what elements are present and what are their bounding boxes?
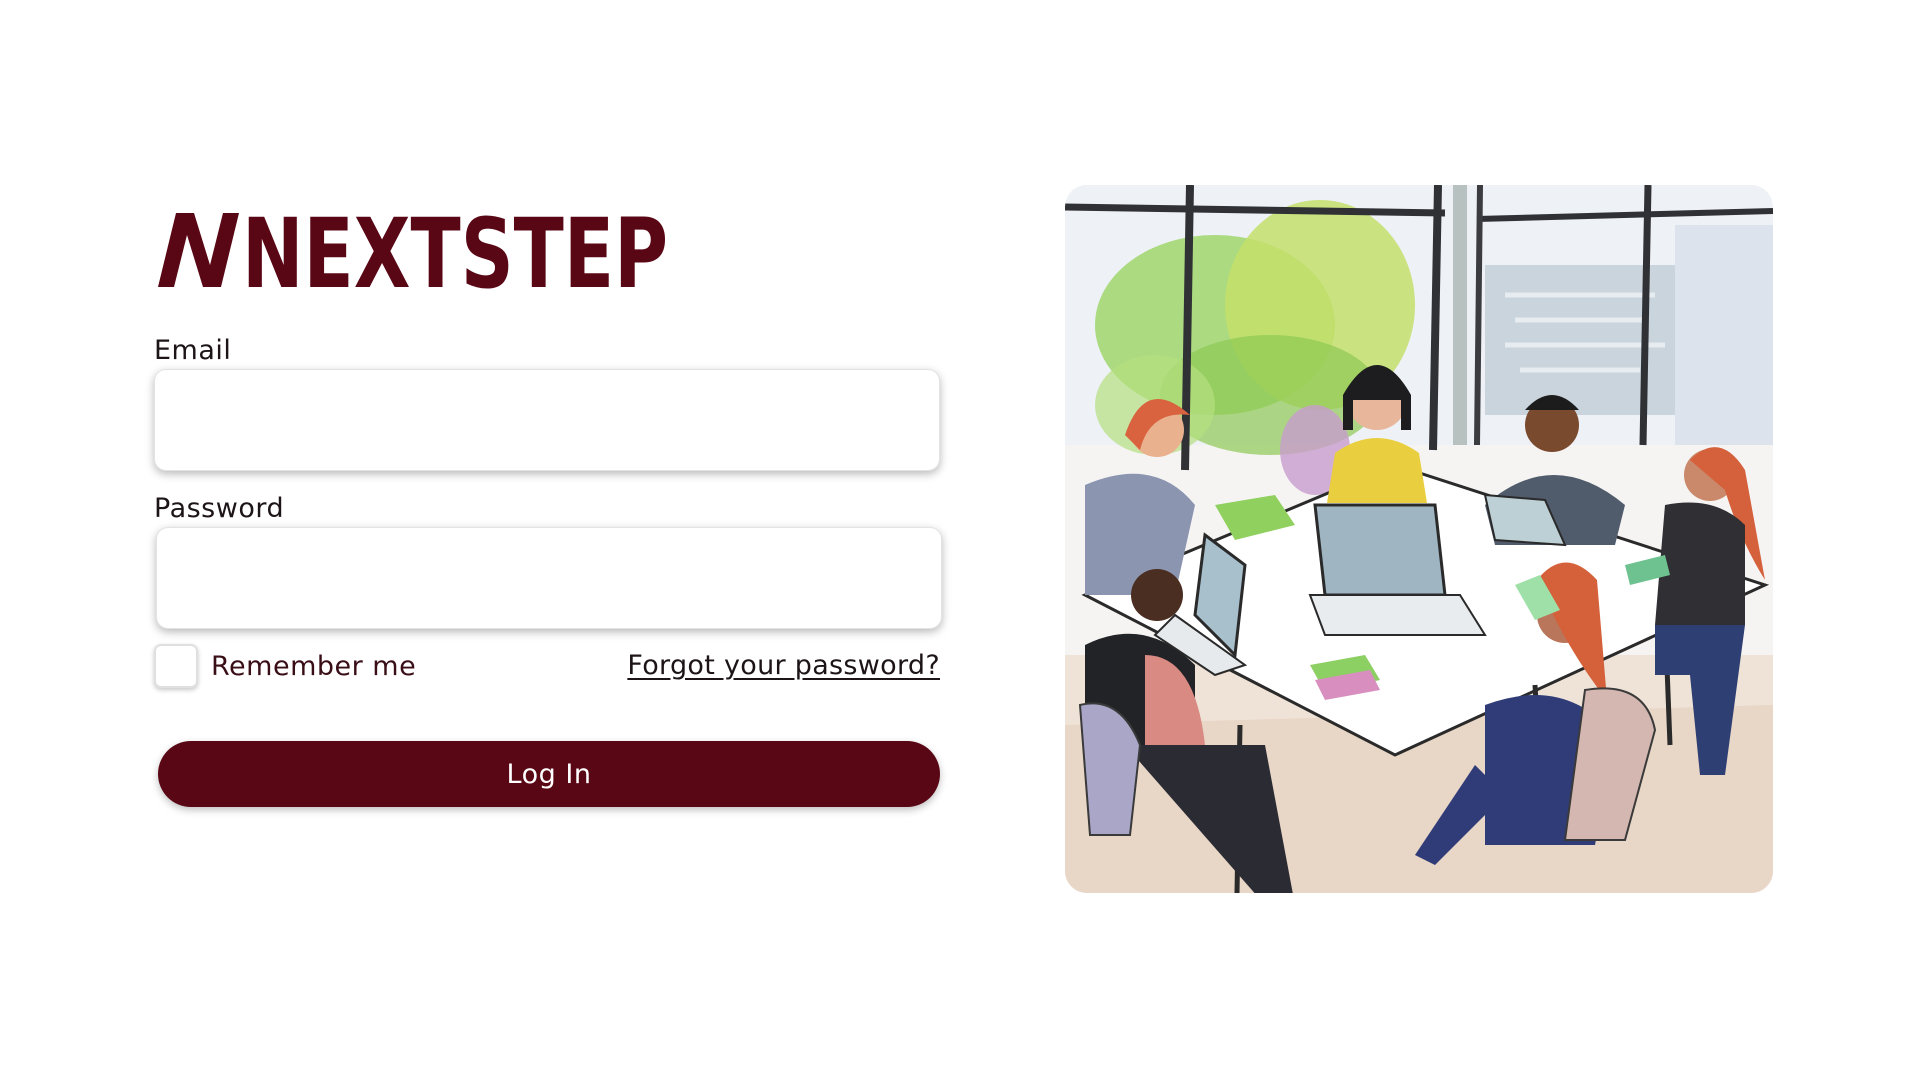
- login-panel: NEXTSTEP Email Password Remember me Forg…: [154, 205, 944, 807]
- logo-text: NEXTSTEP: [242, 205, 668, 295]
- password-input[interactable]: [156, 527, 942, 629]
- login-button[interactable]: Log In: [158, 741, 940, 807]
- remember-me-checkbox[interactable]: [154, 644, 198, 688]
- form-options-row: Remember me Forgot your password?: [154, 644, 944, 694]
- remember-me-control[interactable]: Remember me: [154, 644, 416, 688]
- team-meeting-illustration: [1065, 185, 1773, 893]
- email-label: Email: [154, 335, 232, 366]
- forgot-password-link[interactable]: Forgot your password?: [627, 650, 940, 681]
- login-page: NEXTSTEP Email Password Remember me Forg…: [0, 0, 1920, 1080]
- password-label: Password: [154, 493, 285, 524]
- nextstep-logo: NEXTSTEP: [158, 205, 668, 295]
- remember-me-label: Remember me: [211, 650, 417, 682]
- email-input[interactable]: [154, 369, 940, 471]
